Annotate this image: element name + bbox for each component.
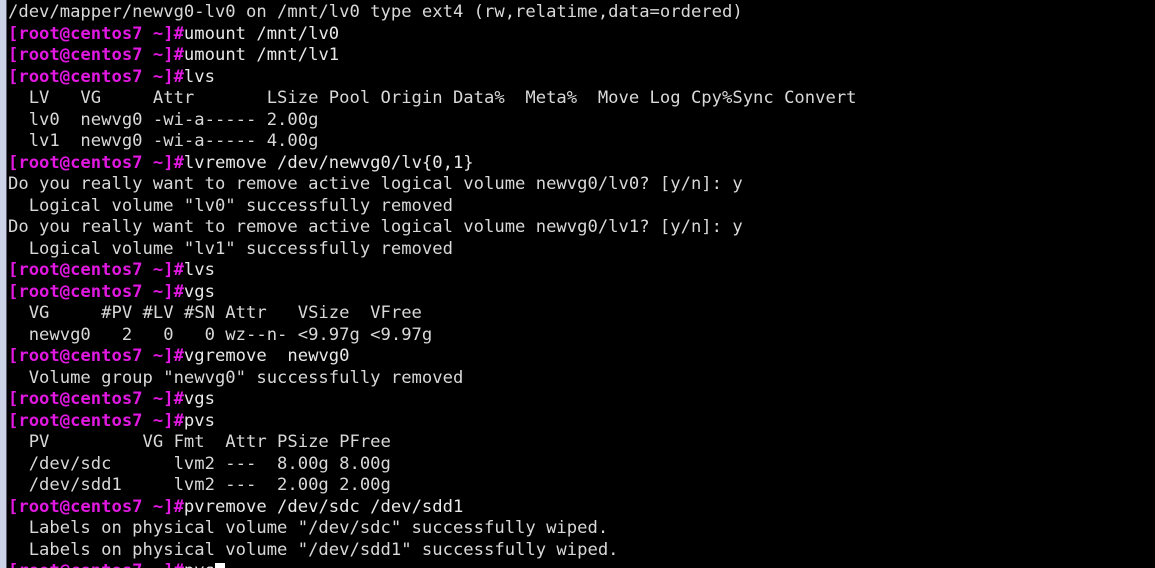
terminal-cursor <box>214 563 225 568</box>
terminal-output-line: Volume group "newvg0" successfully remov… <box>8 368 1155 390</box>
terminal-output-line: Do you really want to remove active logi… <box>8 217 1155 239</box>
terminal-output-line: LV VG Attr LSize Pool Origin Data% Meta%… <box>8 88 1155 110</box>
terminal-command-line: [root@centos7 ~]#vgremove newvg0 <box>8 346 1155 368</box>
command-text: pvs <box>184 561 215 568</box>
terminal-output-line: /dev/sdc lvm2 --- 8.00g 8.00g <box>8 454 1155 476</box>
terminal-output-line: /dev/sdd1 lvm2 --- 2.00g 2.00g <box>8 475 1155 497</box>
terminal-output-line: Logical volume "lv1" successfully remove… <box>8 239 1155 261</box>
output-text: PV VG Fmt Attr PSize PFree <box>8 432 391 452</box>
terminal-output-line: /dev/mapper/newvg0-lv0 on /mnt/lv0 type … <box>8 2 1155 24</box>
terminal-command-line: [root@centos7 ~]#lvremove /dev/newvg0/lv… <box>8 153 1155 175</box>
output-text: /dev/sdd1 lvm2 --- 2.00g 2.00g <box>8 475 391 495</box>
shell-prompt: [root@centos7 ~]# <box>8 260 184 280</box>
command-text: vgremove newvg0 <box>183 346 350 366</box>
terminal-output-line: PV VG Fmt Attr PSize PFree <box>8 432 1155 454</box>
terminal-command-line: [root@centos7 ~]#vgs <box>8 282 1155 304</box>
terminal-command-line: [root@centos7 ~]#lvs <box>8 67 1155 89</box>
shell-prompt: [root@centos7 ~]# <box>8 561 184 568</box>
terminal-command-line: [root@centos7 ~]#vgs <box>8 389 1155 411</box>
shell-prompt: [root@centos7 ~]# <box>8 45 184 65</box>
command-text: lvremove /dev/newvg0/lv{0,1} <box>183 152 474 173</box>
output-text: Do you really want to remove active logi… <box>8 174 743 194</box>
output-text: LV VG Attr LSize Pool Origin Data% Meta%… <box>8 88 857 108</box>
command-text: pvs <box>183 410 215 431</box>
terminal-output-line: lv1 newvg0 -wi-a----- 4.00g <box>8 131 1155 153</box>
terminal-output-line: Labels on physical volume "/dev/sdc" suc… <box>8 518 1155 540</box>
command-text: umount /mnt/lv1 <box>183 45 340 65</box>
terminal-window[interactable]: /dev/mapper/newvg0-lv0 on /mnt/lv0 type … <box>0 0 1155 568</box>
output-text: Volume group "newvg0" successfully remov… <box>8 367 464 388</box>
output-text: Labels on physical volume "/dev/sdd1" su… <box>8 539 619 560</box>
shell-prompt: [root@centos7 ~]# <box>8 281 184 302</box>
terminal-output-line: newvg0 2 0 0 wz--n- <9.97g <9.97g <box>8 325 1155 347</box>
output-text: VG #PV #LV #SN Attr VSize VFree <box>8 303 422 323</box>
terminal-command-line: [root@centos7 ~]#umount /mnt/lv0 <box>8 24 1155 46</box>
terminal-output-line: Labels on physical volume "/dev/sdd1" su… <box>8 540 1155 562</box>
output-text: /dev/sdc lvm2 --- 8.00g 8.00g <box>8 453 391 474</box>
terminal-command-line: [root@centos7 ~]#umount /mnt/lv1 <box>8 45 1155 67</box>
command-text: vgs <box>183 389 215 409</box>
shell-prompt: [root@centos7 ~]# <box>8 66 184 87</box>
terminal-output-line: VG #PV #LV #SN Attr VSize VFree <box>8 303 1155 325</box>
shell-prompt: [root@centos7 ~]# <box>8 389 184 409</box>
terminal-command-line: [root@centos7 ~]#lvs <box>8 260 1155 282</box>
output-text: Logical volume "lv1" successfully remove… <box>8 238 453 259</box>
terminal-output-line: lv0 newvg0 -wi-a----- 2.00g <box>8 110 1155 132</box>
output-text: Logical volume "lv0" successfully remove… <box>8 195 453 216</box>
output-text: lv1 newvg0 -wi-a----- 4.00g <box>8 131 319 151</box>
output-text: /dev/mapper/newvg0-lv0 on /mnt/lv0 type … <box>8 2 743 22</box>
shell-prompt: [root@centos7 ~]# <box>8 496 184 517</box>
output-text: lv0 newvg0 -wi-a----- 2.00g <box>8 109 319 130</box>
shell-prompt: [root@centos7 ~]# <box>8 23 184 44</box>
shell-prompt: [root@centos7 ~]# <box>8 152 184 173</box>
command-text: pvremove /dev/sdc /dev/sdd1 <box>183 496 464 517</box>
terminal-output-line: Logical volume "lv0" successfully remove… <box>8 196 1155 218</box>
shell-prompt: [root@centos7 ~]# <box>8 410 184 431</box>
command-text: vgs <box>183 281 215 302</box>
terminal-command-line: [root@centos7 ~]#pvs <box>8 561 1155 568</box>
terminal-command-line: [root@centos7 ~]#pvremove /dev/sdc /dev/… <box>8 497 1155 519</box>
terminal-screen[interactable]: /dev/mapper/newvg0-lv0 on /mnt/lv0 type … <box>8 0 1155 568</box>
terminal-command-line: [root@centos7 ~]#pvs <box>8 411 1155 433</box>
command-text: lvs <box>183 260 215 280</box>
output-text: newvg0 2 0 0 wz--n- <9.97g <9.97g <box>8 324 433 345</box>
output-text: Labels on physical volume "/dev/sdc" suc… <box>8 518 609 538</box>
command-text: lvs <box>183 66 215 87</box>
output-text: Do you really want to remove active logi… <box>8 217 743 237</box>
terminal-scrollbar-gutter[interactable] <box>0 0 7 568</box>
shell-prompt: [root@centos7 ~]# <box>8 346 184 366</box>
terminal-output-line: Do you really want to remove active logi… <box>8 174 1155 196</box>
command-text: umount /mnt/lv0 <box>183 23 340 44</box>
